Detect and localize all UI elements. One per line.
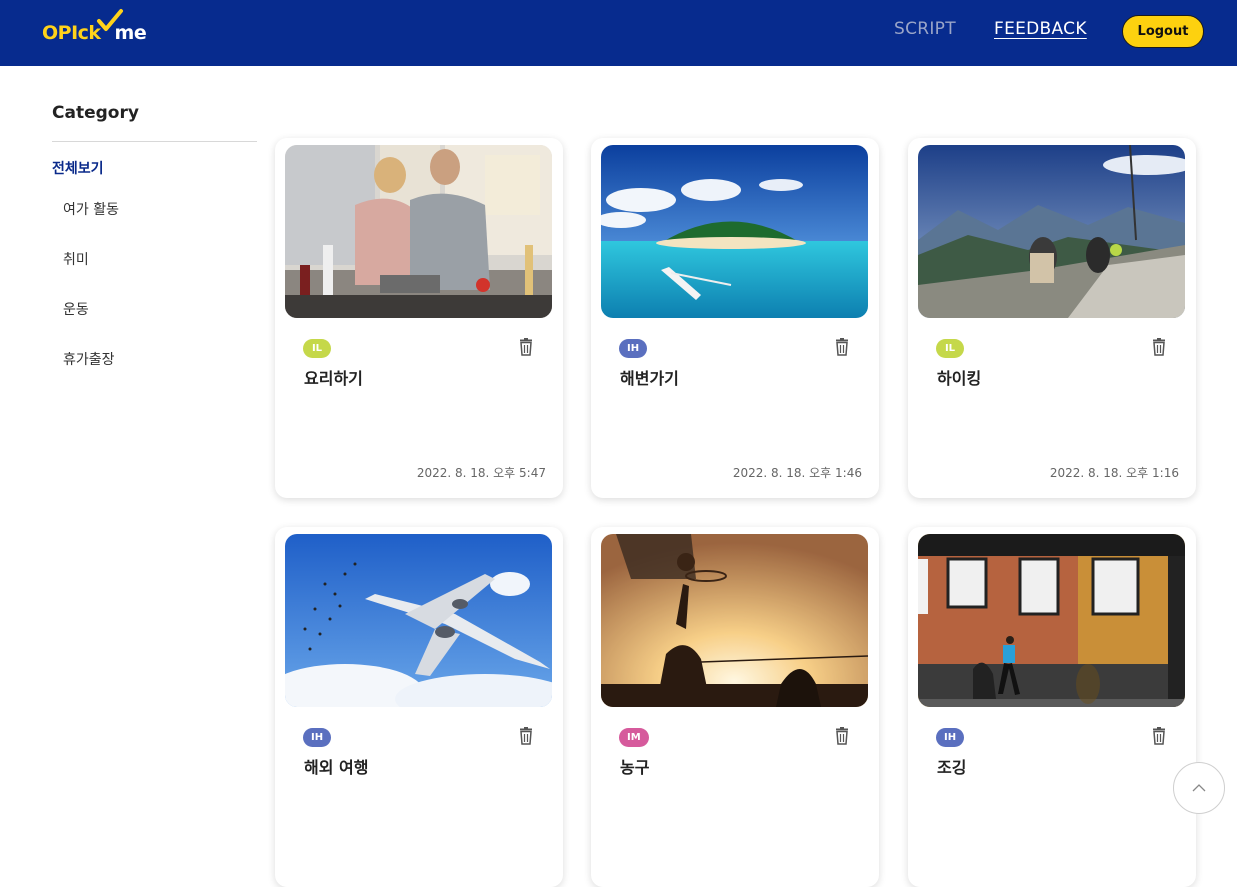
checkmark-icon [97, 9, 123, 31]
topic-card[interactable]: IL 하이킹 2022. 8. 18. 오후 1:16 [908, 138, 1196, 498]
logout-button[interactable]: Logout [1122, 15, 1204, 48]
category-item-leisure[interactable]: 여가 활동 [63, 199, 119, 219]
scroll-to-top-button[interactable] [1173, 762, 1225, 814]
card-title: 농구 [620, 758, 650, 777]
logo[interactable]: OPIck me [40, 8, 150, 48]
card-title: 요리하기 [304, 369, 363, 388]
card-date: 2022. 8. 18. 오후 1:46 [732, 466, 862, 480]
card-title: 조깅 [937, 758, 967, 777]
topic-card[interactable]: IH 조깅 [908, 527, 1196, 887]
beach-island-photo [601, 145, 868, 318]
category-divider [52, 141, 257, 142]
trash-icon[interactable] [1151, 338, 1167, 356]
nav-feedback-link[interactable]: FEEDBACK [994, 19, 1087, 39]
category-item-all[interactable]: 전체보기 [52, 158, 104, 178]
card-date: 2022. 8. 18. 오후 5:47 [416, 466, 546, 480]
card-title: 해변가기 [620, 369, 679, 388]
category-title: Category [52, 103, 139, 123]
level-badge: IH [303, 728, 332, 747]
jogging-street-photo [918, 534, 1185, 707]
card-date: 2022. 8. 18. 오후 1:16 [1049, 466, 1179, 480]
hiking-mountains-photo [918, 145, 1185, 318]
topic-card[interactable]: IH 해변가기 2022. 8. 18. 오후 1:46 [591, 138, 879, 498]
nav-script-link[interactable]: SCRIPT [894, 19, 956, 39]
level-badge: IH [936, 728, 965, 747]
chevron-up-icon [1192, 784, 1206, 792]
level-badge: IM [619, 728, 649, 747]
level-badge: IH [619, 339, 648, 358]
logo-text-opick: OPIck [42, 22, 101, 44]
level-badge: IL [936, 339, 964, 358]
topic-card[interactable]: IL 요리하기 2022. 8. 18. 오후 5:47 [275, 138, 563, 498]
trash-icon[interactable] [518, 727, 534, 745]
card-title: 해외 여행 [304, 758, 369, 777]
trash-icon[interactable] [834, 727, 850, 745]
topic-card[interactable]: IH 해외 여행 [275, 527, 563, 887]
airplane-sky-photo [285, 534, 552, 707]
logo-wordmark: OPIck me [42, 22, 147, 44]
topic-card[interactable]: IM 농구 [591, 527, 879, 887]
category-item-exercise[interactable]: 운동 [63, 299, 89, 319]
cooking-photo [285, 145, 552, 318]
trash-icon[interactable] [834, 338, 850, 356]
top-navigation-bar: OPIck me SCRIPT FEEDBACK Logout [0, 0, 1237, 66]
basketball-sunset-photo [601, 534, 868, 707]
level-badge: IL [303, 339, 331, 358]
trash-icon[interactable] [518, 338, 534, 356]
card-title: 하이킹 [937, 369, 982, 388]
category-item-hobby[interactable]: 취미 [63, 249, 89, 269]
trash-icon[interactable] [1151, 727, 1167, 745]
category-item-vacation-trip[interactable]: 휴가출장 [63, 349, 115, 369]
